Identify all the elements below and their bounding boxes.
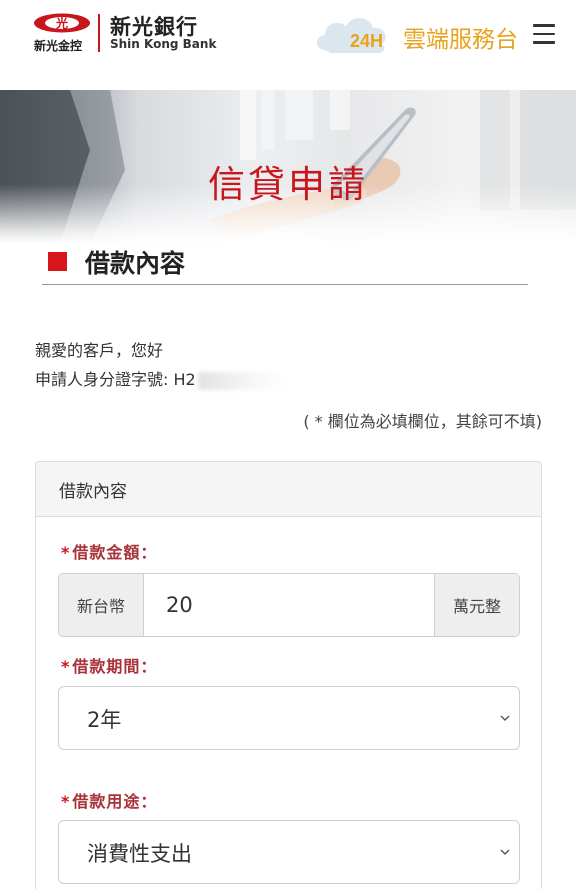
term-label: * 借款期間： <box>61 653 157 677</box>
term-label-text: 借款期間： <box>72 657 158 676</box>
panel-heading: 借款內容 <box>36 462 541 517</box>
applicant-id-label: 申請人身分證字號: H2 <box>35 370 196 389</box>
hamburger-menu-icon[interactable] <box>533 24 557 46</box>
loan-content-panel: 借款內容 *借款金額： 新台幣 萬元整 *借款期間： 2年 *借款用途： 消費性… <box>35 461 542 889</box>
section-divider <box>42 284 528 285</box>
loan-purpose-value: 消費性支出 <box>87 842 192 866</box>
greeting-text: 親愛的客戶，您好 <box>35 341 164 360</box>
logo-divider <box>98 14 100 52</box>
section-title: 借款內容 <box>85 249 186 278</box>
required-star: * <box>61 792 71 811</box>
loan-purpose-select[interactable]: 消費性支出 <box>58 820 520 884</box>
logo-bank-english-name: Shin Kong Bank <box>110 37 217 51</box>
hero-banner: 信貸申請 <box>0 90 576 244</box>
service-desk-title: 雲端服務台 <box>403 27 518 53</box>
loan-amount-input[interactable] <box>144 574 434 636</box>
required-fields-note: ( * 欄位為必填欄位，其餘可不填) <box>303 412 542 431</box>
amount-input-group: 新台幣 萬元整 <box>58 573 520 637</box>
applicant-id-line: 申請人身分證字號: H2 <box>35 366 284 390</box>
24h-badge: 24H <box>350 31 384 51</box>
chevron-down-icon <box>500 849 510 855</box>
unit-suffix: 萬元整 <box>434 574 519 636</box>
amount-label-text: 借款金額： <box>72 543 158 562</box>
chevron-down-icon <box>500 715 510 721</box>
section-marker-icon <box>48 252 67 271</box>
purpose-label: * 借款用途： <box>61 788 157 812</box>
logo-group-name: 新光金控 <box>34 39 83 53</box>
purpose-label-text: 借款用途： <box>72 792 158 811</box>
required-star: * <box>61 657 71 676</box>
loan-term-value: 2年 <box>87 708 122 732</box>
currency-prefix: 新台幣 <box>59 574 144 636</box>
page-title: 信貸申請 <box>208 163 368 206</box>
amount-label: * 借款金額： <box>61 539 157 563</box>
site-header: 光 新光金控 新光銀行 Shin Kong Bank 24H 雲端服務台 <box>0 0 576 90</box>
loan-term-select[interactable]: 2年 <box>58 686 520 750</box>
masked-id-value <box>197 371 284 390</box>
required-star: * <box>61 543 71 562</box>
svg-text:光: 光 <box>55 16 68 31</box>
shin-kong-logo-icon[interactable]: 光 <box>33 13 91 33</box>
